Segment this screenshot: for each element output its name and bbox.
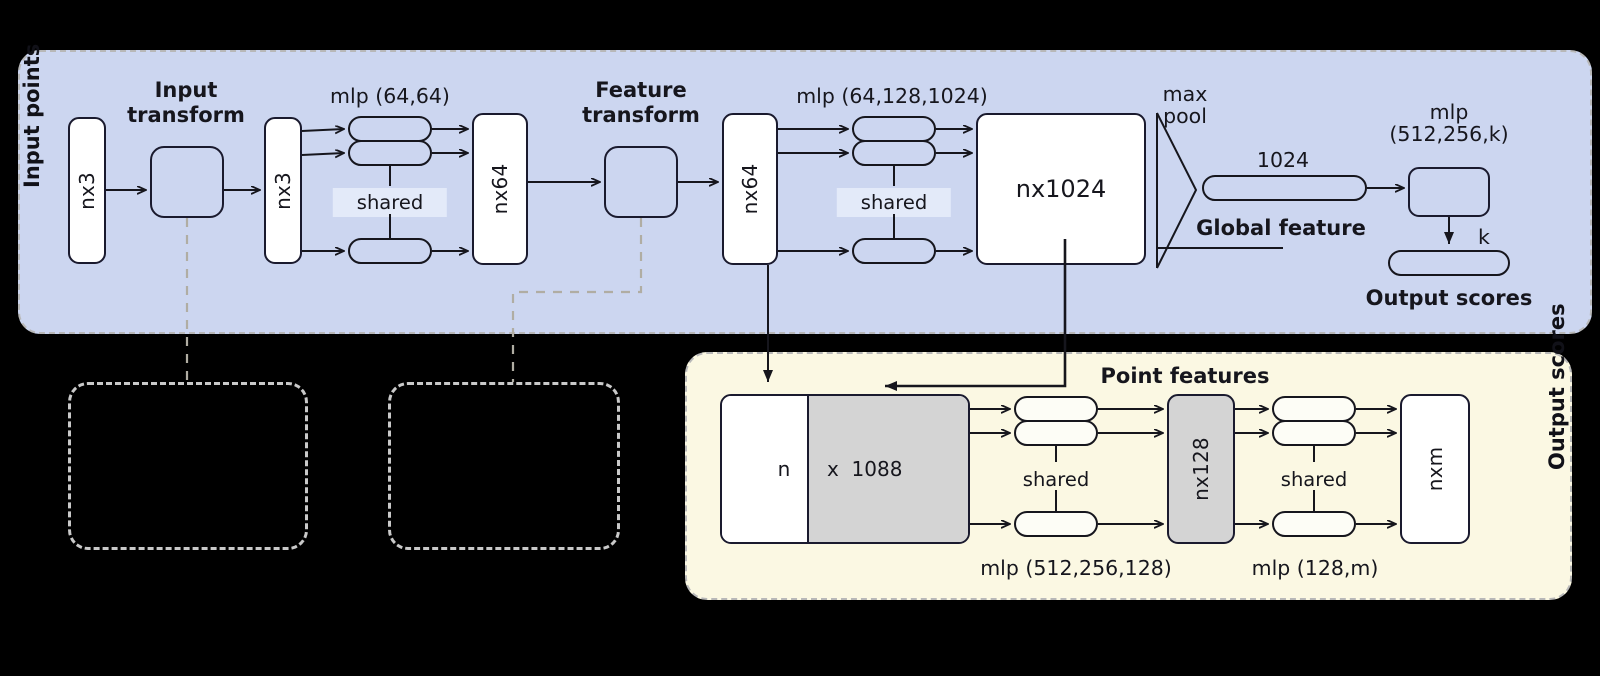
node-concat-n-1088: n x 1088 bbox=[720, 394, 970, 544]
point-features-label: Point features bbox=[1100, 364, 1270, 388]
node-output-scores-cls bbox=[1388, 250, 1510, 276]
node-nx64-b: nx64 bbox=[722, 113, 778, 265]
node-nxm: nxm bbox=[1400, 394, 1470, 544]
shared-label-3: shared bbox=[1022, 468, 1090, 491]
node-concat-dim-label: x 1088 bbox=[827, 457, 903, 481]
input-transform-detail-placeholder bbox=[68, 382, 308, 550]
node-global-feature bbox=[1202, 175, 1367, 201]
seg-mlp2-pill-top bbox=[1272, 396, 1356, 422]
shared-label-1: shared bbox=[332, 188, 448, 217]
node-nx64-a-label: nx64 bbox=[488, 163, 512, 215]
caption-mlp-512-256-128: mlp (512,256,128) bbox=[980, 556, 1172, 580]
node-classification-mlp bbox=[1408, 167, 1490, 217]
caption-max-pool-line2: pool bbox=[1163, 104, 1207, 128]
node-input-nx3-label: nx3 bbox=[75, 171, 99, 210]
seg-mlp1-pill-bottom bbox=[1014, 511, 1098, 537]
figure-canvas: Input points nx3 Input transform nx3 mlp… bbox=[0, 0, 1600, 676]
node-nxm-label: nxm bbox=[1423, 446, 1447, 492]
node-nx64-a: nx64 bbox=[472, 113, 528, 265]
caption-mlp-128-m: mlp (128,m) bbox=[1251, 556, 1379, 580]
mlp2-pill-top bbox=[852, 116, 936, 142]
node-nx128-label: nx128 bbox=[1189, 437, 1213, 501]
caption-mlp-512-256-k-line1: mlp bbox=[1429, 100, 1469, 124]
global-feature-label: Global feature bbox=[1196, 216, 1366, 240]
caption-max-pool-line1: max bbox=[1162, 82, 1208, 106]
label-k: k bbox=[1478, 225, 1490, 249]
node-nx64-b-label: nx64 bbox=[738, 163, 762, 215]
seg-mlp1-pill-top bbox=[1014, 396, 1098, 422]
node-concat-n-label: n bbox=[777, 457, 791, 481]
node-nx1024: nx1024 bbox=[976, 113, 1146, 265]
output-scores-label-cls: Output scores bbox=[1365, 286, 1533, 310]
mlp1-pill-top bbox=[348, 116, 432, 142]
input-transform-title-line2: transform bbox=[127, 103, 245, 127]
node-input-transform bbox=[150, 146, 224, 218]
feature-transform-detail-placeholder bbox=[388, 382, 620, 550]
seg-mlp2-pill-mid bbox=[1272, 420, 1356, 446]
node-input-nx3: nx3 bbox=[68, 117, 106, 264]
global-feature-dim: 1024 bbox=[1256, 148, 1310, 172]
node-feature-transform bbox=[604, 146, 678, 218]
caption-mlp-64-64: mlp (64,64) bbox=[330, 84, 450, 108]
seg-mlp2-pill-bottom bbox=[1272, 511, 1356, 537]
mlp2-pill-mid bbox=[852, 140, 936, 166]
input-transform-title-line1: Input bbox=[154, 78, 218, 102]
feature-transform-title-line1: Feature bbox=[595, 78, 687, 102]
caption-mlp-64-128-1024: mlp (64,128,1024) bbox=[796, 84, 988, 108]
mlp1-pill-bottom bbox=[348, 238, 432, 264]
mlp2-pill-bottom bbox=[852, 238, 936, 264]
shared-label-2: shared bbox=[836, 188, 952, 217]
caption-mlp-512-256-k-line2: (512,256,k) bbox=[1389, 122, 1509, 146]
shared-label-4: shared bbox=[1280, 468, 1348, 491]
node-nx1024-label: nx1024 bbox=[1015, 175, 1107, 203]
node-transformed-nx3: nx3 bbox=[264, 117, 302, 264]
seg-mlp1-pill-mid bbox=[1014, 420, 1098, 446]
node-transformed-nx3-label: nx3 bbox=[271, 171, 295, 210]
mlp1-pill-mid bbox=[348, 140, 432, 166]
feature-transform-title-line2: transform bbox=[582, 103, 700, 127]
node-nx128: nx128 bbox=[1167, 394, 1235, 544]
